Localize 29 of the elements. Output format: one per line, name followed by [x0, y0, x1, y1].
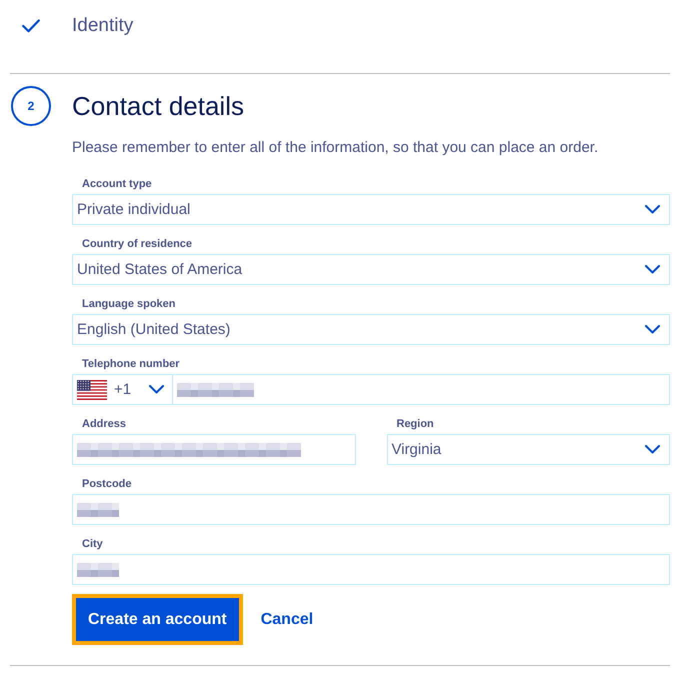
- country-code-select[interactable]: +1: [72, 374, 173, 405]
- step-title: Identity: [72, 15, 134, 37]
- text-input[interactable]: [72, 554, 670, 585]
- phone-number-input[interactable]: [173, 374, 670, 405]
- create-account-button[interactable]: Create an account: [72, 594, 243, 645]
- field-label: Account type: [81, 177, 152, 192]
- field-label: Telephone number: [81, 357, 180, 372]
- field-label: City: [81, 537, 103, 552]
- chevron-down-icon: [645, 445, 660, 454]
- dropdown-select[interactable]: Private individual: [72, 194, 670, 225]
- field-label: Language spoken: [81, 297, 176, 312]
- field-label: Region: [396, 417, 434, 432]
- text-input[interactable]: [72, 494, 670, 525]
- text-input[interactable]: [72, 434, 356, 465]
- chevron-down-icon: [645, 325, 660, 334]
- dropdown-select[interactable]: English (United States): [72, 314, 670, 345]
- dropdown-select[interactable]: Virginia: [386, 434, 670, 465]
- flag-icon: [77, 380, 107, 400]
- chevron-down-icon: [645, 205, 660, 214]
- step-title: Contact details: [72, 90, 244, 122]
- field-label: Country of residence: [81, 237, 192, 252]
- cancel-link[interactable]: Cancel: [260, 610, 314, 628]
- field-label: Postcode: [81, 477, 132, 492]
- field-label: Address: [81, 417, 126, 432]
- instruction-text: Please remember to enter all of the information, so that you can place an order.: [72, 138, 598, 158]
- chevron-down-icon: [149, 385, 164, 394]
- step-number: 2: [11, 86, 51, 126]
- chevron-down-icon: [645, 265, 660, 274]
- dropdown-select[interactable]: United States of America: [72, 254, 670, 285]
